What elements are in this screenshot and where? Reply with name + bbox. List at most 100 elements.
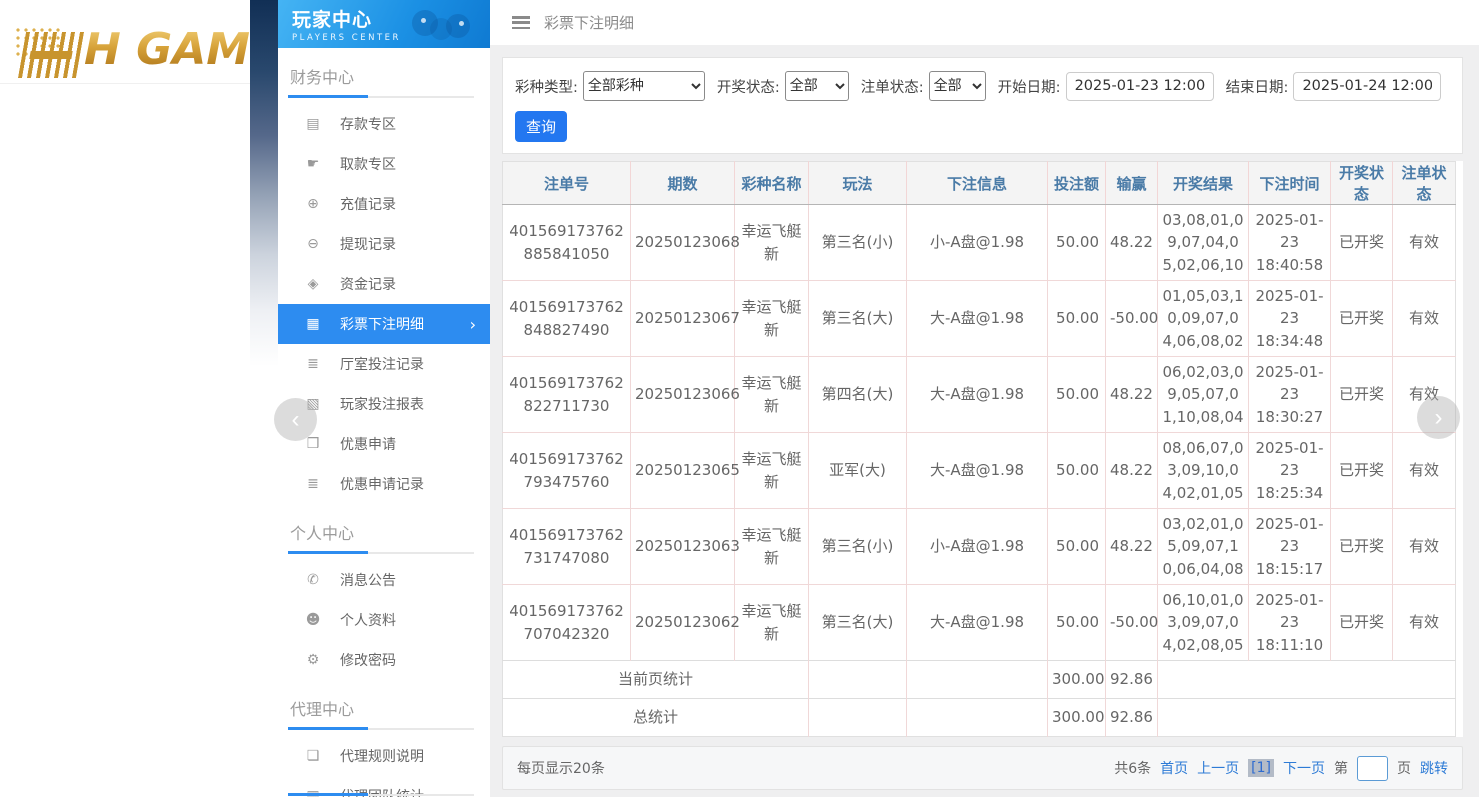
page-total-row: 当前页统计 300.00 92.86 xyxy=(503,661,1456,699)
sidebar-item-label: 个人资料 xyxy=(340,610,396,630)
cell-bet-time: 2025-01-23 18:15:17 xyxy=(1249,509,1331,585)
cell-bet-status: 有效 xyxy=(1393,281,1456,357)
cell-win-loss: 48.22 xyxy=(1106,205,1158,281)
sidebar-section: 财务中心 ▤ 存款专区 ☛ 取款专区 ⊕ 充值记录 ⊖ 提现记录 ◈ 资金记录 … xyxy=(278,48,490,504)
column-header: 期数 xyxy=(631,162,735,205)
table-row: 40156917376273174708020250123063幸运飞艇新第三名… xyxy=(503,509,1456,585)
withdraw-record-icon: ⊖ xyxy=(303,236,323,252)
cell-draw-result: 06,10,01,03,09,07,04,02,08,05 xyxy=(1158,585,1249,661)
cell-bet-amount: 50.00 xyxy=(1048,281,1106,357)
sidebar-menu-item[interactable]: ▤ 存款专区 xyxy=(278,104,490,144)
column-header: 开奖结果 xyxy=(1158,162,1249,205)
per-page-label: 每页显示20条 xyxy=(517,758,605,778)
funds-record-icon: ◈ xyxy=(303,276,323,292)
page-total-label: 当前页统计 xyxy=(503,661,809,699)
cell-draw-status: 已开奖 xyxy=(1331,433,1393,509)
sidebar-menu-item[interactable]: ◈ 资金记录 xyxy=(278,264,490,304)
withdraw-hand-icon: ☛ xyxy=(303,156,323,172)
page-total-winloss: 92.86 xyxy=(1106,661,1158,699)
end-date-label: 结束日期: xyxy=(1226,76,1289,97)
column-header: 投注额 xyxy=(1048,162,1106,205)
start-date-label: 开始日期: xyxy=(998,76,1061,97)
page-total-bet: 300.00 xyxy=(1048,661,1106,699)
cell-draw-status: 已开奖 xyxy=(1331,205,1393,281)
column-header: 注单状态 xyxy=(1393,162,1456,205)
cell-period: 20250123063 xyxy=(631,509,735,585)
sidebar-item-label: 代理规则说明 xyxy=(340,746,424,766)
menu-toggle-icon[interactable] xyxy=(512,16,530,29)
sidebar-header: 玩家中心 PLAYERS CENTER xyxy=(278,0,490,48)
sidebar-menu-item[interactable]: ≣ 厅室投注记录 xyxy=(278,344,490,384)
draw-status-select[interactable]: 全部 xyxy=(785,71,849,101)
sidebar-item-label: 优惠申请记录 xyxy=(340,474,424,494)
cell-bet-status: 有效 xyxy=(1393,205,1456,281)
prev-page-link[interactable]: 上一页 xyxy=(1197,758,1239,778)
logo-panel: H GAME xyxy=(0,0,250,797)
start-date-input[interactable] xyxy=(1066,72,1214,101)
first-page-link[interactable]: 首页 xyxy=(1160,758,1188,778)
logo-striped-h-icon xyxy=(18,32,84,78)
jump-page-input[interactable] xyxy=(1357,756,1388,781)
cell-bet-amount: 50.00 xyxy=(1048,205,1106,281)
content-topbar: 彩票下注明细 xyxy=(490,0,1479,45)
bet-status-select[interactable]: 全部 xyxy=(929,71,986,101)
sidebar-item-label: 优惠申请 xyxy=(340,434,396,454)
cell-bet-time: 2025-01-23 18:11:10 xyxy=(1249,585,1331,661)
cell-play-type: 第四名(大) xyxy=(809,357,907,433)
sidebar-menu-item[interactable]: ≣ 优惠申请记录 xyxy=(278,464,490,504)
collapse-sidebar-button[interactable]: ‹ xyxy=(274,398,317,441)
grand-total-label: 总统计 xyxy=(503,699,809,737)
section-underline xyxy=(288,552,474,554)
main-content: 彩票下注明细 彩种类型: 全部彩种 开奖状态: 全部 注单状态: 全部 开始日期… xyxy=(490,0,1479,797)
sidebar-menu-item[interactable]: ⚙ 修改密码 xyxy=(278,640,490,680)
cell-bet-amount: 50.00 xyxy=(1048,357,1106,433)
cell-lottery-name: 幸运飞艇新 xyxy=(735,205,809,281)
grand-total-winloss: 92.86 xyxy=(1106,699,1158,737)
cell-win-loss: 48.22 xyxy=(1106,433,1158,509)
sidebar-menu-item[interactable]: ▦ 彩票下注明细 › xyxy=(278,304,490,344)
sidebar-menu-item[interactable]: ⊕ 充值记录 xyxy=(278,184,490,224)
draw-status-label: 开奖状态: xyxy=(717,76,780,97)
bet-detail-table: 注单号期数彩种名称玩法下注信息投注额输赢开奖结果下注时间开奖状态注单状态 401… xyxy=(502,161,1456,737)
background-gradient-strip xyxy=(250,0,278,797)
sidebar-menu-item[interactable]: ✆ 消息公告 xyxy=(278,560,490,600)
sidebar-section-title: 财务中心 xyxy=(278,56,490,96)
empty-cell xyxy=(1158,661,1456,699)
sidebar-menu-item[interactable]: ☛ 取款专区 xyxy=(278,144,490,184)
sidebar-section-title: 个人中心 xyxy=(278,512,490,552)
cell-bet-amount: 50.00 xyxy=(1048,433,1106,509)
lottery-type-select[interactable]: 全部彩种 xyxy=(583,71,705,101)
end-date-input[interactable] xyxy=(1293,72,1441,101)
search-button[interactable]: 查询 xyxy=(515,111,567,142)
cell-period: 20250123066 xyxy=(631,357,735,433)
agent-rules-doc-icon: ❏ xyxy=(303,748,323,764)
cell-draw-status: 已开奖 xyxy=(1331,357,1393,433)
empty-cell xyxy=(809,699,907,737)
jump-button[interactable]: 跳转 xyxy=(1420,758,1448,778)
cell-bet-status: 有效 xyxy=(1393,509,1456,585)
next-page-link[interactable]: 下一页 xyxy=(1283,758,1325,778)
cell-draw-status: 已开奖 xyxy=(1331,509,1393,585)
current-page-badge[interactable]: [1] xyxy=(1248,759,1274,777)
cell-draw-status: 已开奖 xyxy=(1331,281,1393,357)
brand-logo: H GAME xyxy=(0,0,250,84)
cell-bet-info: 大-A盘@1.98 xyxy=(907,433,1048,509)
sidebar-menu-item[interactable]: ☻ 个人资料 xyxy=(278,600,490,640)
cell-period: 20250123062 xyxy=(631,585,735,661)
sidebar-menu-item[interactable]: ⊖ 提现记录 xyxy=(278,224,490,264)
cell-bet-time: 2025-01-23 18:40:58 xyxy=(1249,205,1331,281)
scroll-right-button[interactable]: › xyxy=(1417,396,1460,439)
jump-label-suffix: 页 xyxy=(1397,758,1411,778)
cell-lottery-name: 幸运飞艇新 xyxy=(735,585,809,661)
cell-bet-id: 401569173762885841050 xyxy=(503,205,631,281)
pagination-bar: 每页显示20条 共6条 首页 上一页 [1] 下一页 第 页 跳转 xyxy=(502,746,1463,790)
cell-bet-id: 401569173762848827490 xyxy=(503,281,631,357)
hall-bet-record-icon: ≣ xyxy=(303,356,323,372)
sidebar-menu-item[interactable]: ❏ 代理规则说明 xyxy=(278,736,490,776)
bet-status-label: 注单状态: xyxy=(861,76,924,97)
cell-bet-amount: 50.00 xyxy=(1048,585,1106,661)
sidebar-item-label: 取款专区 xyxy=(340,154,396,174)
message-bell-icon: ✆ xyxy=(303,572,323,588)
sidebar-item-label: 玩家投注报表 xyxy=(340,394,424,414)
sidebar: 玩家中心 PLAYERS CENTER 财务中心 ▤ 存款专区 ☛ 取款专区 ⊕… xyxy=(278,0,490,797)
